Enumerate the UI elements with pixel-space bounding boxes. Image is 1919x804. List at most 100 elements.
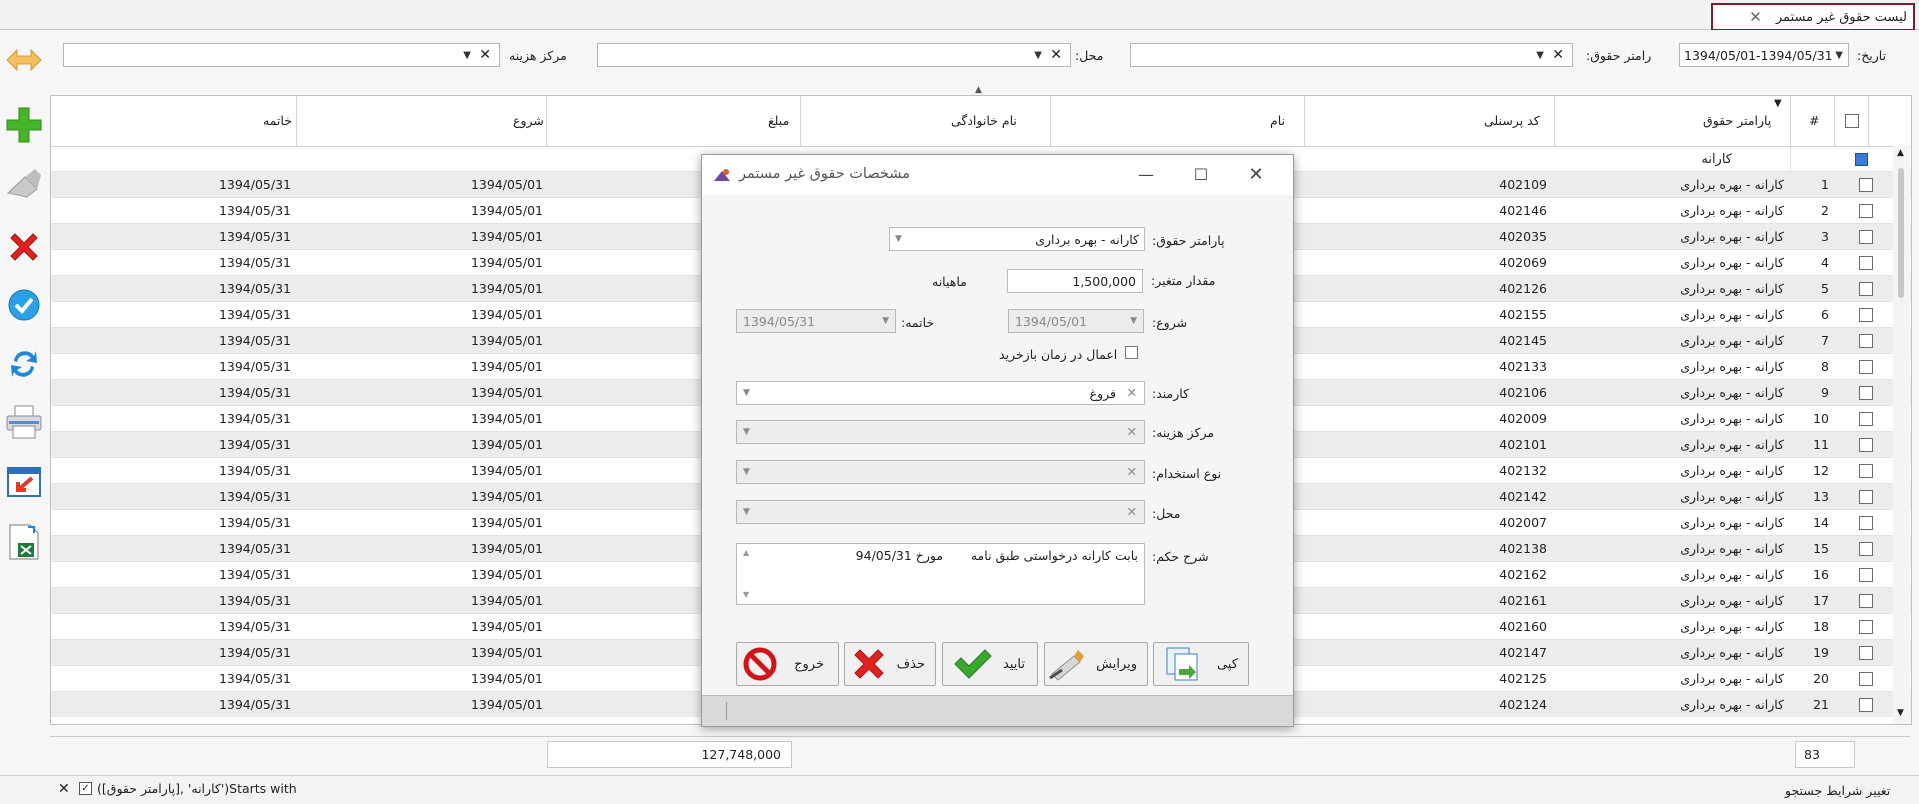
- select-all-checkbox[interactable]: [1845, 114, 1859, 128]
- refresh-icon[interactable]: [4, 344, 44, 384]
- copy-button[interactable]: کپی: [1153, 642, 1249, 686]
- row-checkbox[interactable]: [1859, 178, 1873, 192]
- var-amount-input[interactable]: 1,500,000: [1007, 269, 1143, 293]
- employee-combo[interactable]: فروغ ✕ ▼: [736, 381, 1145, 405]
- row-param: کارانه - بهره برداری: [1680, 307, 1784, 322]
- confirm-icon[interactable]: [4, 285, 44, 325]
- end-date-picker[interactable]: 1394/05/31 ▼: [736, 309, 896, 333]
- location-filter-combo[interactable]: ✕ ▼: [597, 43, 1071, 67]
- print-icon[interactable]: [4, 402, 44, 442]
- column-header-last-name[interactable]: نام خانوادگی: [801, 96, 1051, 146]
- chevron-down-icon[interactable]: ▼: [1536, 50, 1544, 61]
- chevron-down-icon[interactable]: ▼: [743, 467, 750, 477]
- document-tab-title: لیست حقوق غیر مستمر: [1775, 9, 1907, 25]
- chevron-down-icon[interactable]: ▼: [882, 316, 889, 326]
- column-header-num[interactable]: #: [1791, 96, 1835, 146]
- apply-on-buyback-checkbox[interactable]: [1125, 346, 1138, 359]
- chevron-down-icon[interactable]: ▼: [1835, 50, 1843, 61]
- row-checkbox[interactable]: [1859, 464, 1873, 478]
- filter-row-icon[interactable]: [1855, 153, 1868, 166]
- clear-icon[interactable]: ✕: [1127, 424, 1137, 439]
- row-checkbox[interactable]: [1859, 256, 1873, 270]
- scroll-up-icon[interactable]: ▲: [1897, 148, 1904, 158]
- chevron-down-icon[interactable]: ▼: [895, 234, 902, 244]
- param-combo[interactable]: کارانه - بهره برداری ▼: [889, 227, 1145, 251]
- scroll-down-icon[interactable]: ▼: [743, 590, 749, 599]
- clear-icon[interactable]: ✕: [1552, 47, 1564, 63]
- row-checkbox[interactable]: [1859, 412, 1873, 426]
- vertical-scrollbar[interactable]: ▲ ▼: [1893, 146, 1910, 724]
- row-checkbox[interactable]: [1859, 620, 1873, 634]
- export-icon[interactable]: [4, 462, 44, 502]
- exit-button[interactable]: خروج: [736, 642, 839, 686]
- chevron-down-icon[interactable]: ▼: [743, 427, 750, 437]
- chevron-down-icon[interactable]: ▼: [743, 388, 750, 398]
- row-number: 17: [1813, 593, 1829, 608]
- add-icon[interactable]: [4, 105, 44, 145]
- row-checkbox[interactable]: [1859, 698, 1873, 712]
- delete-button[interactable]: حذف: [844, 642, 936, 686]
- row-checkbox[interactable]: [1859, 490, 1873, 504]
- excel-export-icon[interactable]: [4, 522, 44, 562]
- column-header-first-name[interactable]: نام: [1051, 96, 1305, 146]
- row-checkbox[interactable]: [1859, 646, 1873, 660]
- active-filter-text[interactable]: ([پارامتر حقوق], 'کارانه')Starts with: [97, 781, 297, 796]
- description-textarea[interactable]: بابت کارانه درخواستی طبق نامه مورخ 94/05…: [736, 543, 1145, 605]
- row-checkbox[interactable]: [1859, 516, 1873, 530]
- column-header-amount[interactable]: مبلغ: [547, 96, 801, 146]
- edit-icon[interactable]: [4, 165, 44, 205]
- change-search-link[interactable]: تغییر شرایط جستجو: [1785, 783, 1890, 798]
- scroll-down-icon[interactable]: ▼: [1897, 708, 1904, 718]
- confirm-button[interactable]: تایید: [942, 642, 1038, 686]
- row-start-date: 1394/05/01: [470, 411, 543, 426]
- clear-icon[interactable]: ✕: [479, 47, 491, 63]
- start-date-picker[interactable]: 1394/05/01 ▼: [1008, 309, 1144, 333]
- filter-icon[interactable]: ▼: [1774, 98, 1782, 109]
- row-checkbox[interactable]: [1859, 568, 1873, 582]
- clear-icon[interactable]: ✕: [1127, 464, 1137, 479]
- row-checkbox[interactable]: [1859, 204, 1873, 218]
- row-checkbox[interactable]: [1859, 672, 1873, 686]
- row-checkbox[interactable]: [1859, 308, 1873, 322]
- clear-icon[interactable]: ✕: [1127, 385, 1137, 400]
- row-checkbox[interactable]: [1859, 282, 1873, 296]
- clear-filter-icon[interactable]: ✕: [58, 781, 70, 797]
- row-checkbox[interactable]: [1859, 230, 1873, 244]
- row-checkbox[interactable]: [1859, 542, 1873, 556]
- date-filter-combo[interactable]: 1394/05/01-1394/05/31 ▼: [1679, 43, 1849, 67]
- location-combo[interactable]: ✕ ▼: [736, 500, 1145, 524]
- row-checkbox[interactable]: [1859, 386, 1873, 400]
- document-tab[interactable]: لیست حقوق غیر مستمر ✕: [1711, 3, 1915, 31]
- chevron-down-icon[interactable]: ▼: [743, 507, 750, 517]
- cost-center-filter-combo[interactable]: ✕ ▼: [63, 43, 500, 67]
- edit-button[interactable]: ویرایش: [1044, 642, 1148, 686]
- column-header-end[interactable]: خاتمه: [51, 96, 297, 146]
- chevron-down-icon[interactable]: ▼: [1034, 50, 1042, 61]
- minimize-icon[interactable]: —: [1126, 161, 1166, 189]
- row-checkbox[interactable]: [1859, 438, 1873, 452]
- chevron-down-icon[interactable]: ▼: [1130, 316, 1137, 326]
- close-tab-icon[interactable]: ✕: [1749, 8, 1762, 26]
- column-header-start[interactable]: شروع: [297, 96, 547, 146]
- column-header-code[interactable]: کد پرسنلی: [1305, 96, 1555, 146]
- collapse-handle-icon[interactable]: ▲: [975, 85, 982, 95]
- employment-type-combo[interactable]: ✕ ▼: [736, 460, 1145, 484]
- column-header-param[interactable]: پارامتر حقوق ▼: [1555, 96, 1791, 146]
- clear-icon[interactable]: ✕: [1050, 47, 1062, 63]
- clear-icon[interactable]: ✕: [1127, 504, 1137, 519]
- cost-center-combo[interactable]: ✕ ▼: [736, 420, 1145, 444]
- select-all-header[interactable]: [1835, 96, 1869, 146]
- row-checkbox[interactable]: [1859, 334, 1873, 348]
- row-checkbox[interactable]: [1859, 594, 1873, 608]
- resize-arrows-icon[interactable]: [4, 40, 44, 80]
- delete-icon[interactable]: [4, 227, 44, 267]
- close-dialog-icon[interactable]: ✕: [1236, 161, 1276, 189]
- param-filter-cell[interactable]: کارانه: [1555, 147, 1791, 173]
- row-checkbox[interactable]: [1859, 360, 1873, 374]
- param-filter-combo[interactable]: ✕ ▼: [1130, 43, 1573, 67]
- scrollbar-thumb[interactable]: [1898, 168, 1904, 298]
- chevron-down-icon[interactable]: ▼: [463, 50, 471, 61]
- filter-enabled-checkbox[interactable]: ✓: [79, 782, 92, 795]
- maximize-icon[interactable]: ☐: [1181, 161, 1221, 189]
- scroll-up-icon[interactable]: ▲: [743, 548, 749, 557]
